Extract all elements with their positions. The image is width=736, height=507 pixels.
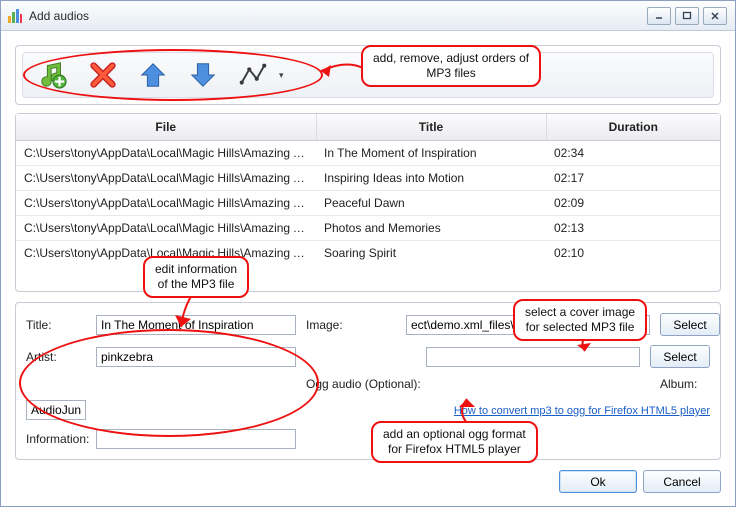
col-file[interactable]: File xyxy=(16,114,316,141)
minimize-button[interactable] xyxy=(647,7,671,25)
cell-title: Soaring Spirit xyxy=(316,241,546,266)
title-input[interactable] xyxy=(96,315,296,335)
table-row[interactable]: C:\Users\tony\AppData\Local\Magic Hills\… xyxy=(16,241,720,266)
app-icon xyxy=(7,8,23,24)
table-row[interactable]: C:\Users\tony\AppData\Local\Magic Hills\… xyxy=(16,216,720,241)
move-up-button[interactable] xyxy=(131,55,175,95)
cell-title: In The Moment of Inspiration xyxy=(316,141,546,166)
window-title: Add audios xyxy=(29,9,89,23)
label-ogg: Ogg audio (Optional): xyxy=(306,377,650,391)
sort-button[interactable] xyxy=(231,55,275,95)
label-information: Information: xyxy=(26,432,86,446)
ogg-input[interactable] xyxy=(426,347,640,367)
sort-dropdown-caret[interactable]: ▾ xyxy=(279,70,289,81)
label-title: Title: xyxy=(26,318,86,332)
cell-duration: 02:09 xyxy=(546,191,720,216)
cell-file: C:\Users\tony\AppData\Local\Magic Hills\… xyxy=(16,166,316,191)
cell-title: Peaceful Dawn xyxy=(316,191,546,216)
label-album: Album: xyxy=(660,377,710,391)
cell-duration: 02:17 xyxy=(546,166,720,191)
col-duration[interactable]: Duration xyxy=(546,114,720,141)
maximize-button[interactable] xyxy=(675,7,699,25)
table-row[interactable]: C:\Users\tony\AppData\Local\Magic Hills\… xyxy=(16,166,720,191)
help-link[interactable]: How to convert mp3 to ogg for Firefox HT… xyxy=(454,405,710,417)
ok-button[interactable]: Ok xyxy=(559,470,637,493)
move-down-button[interactable] xyxy=(181,55,225,95)
select-ogg-button[interactable]: Select xyxy=(650,345,710,368)
annotation-toolbar-note: add, remove, adjust orders of MP3 files xyxy=(361,45,541,87)
add-audio-button[interactable] xyxy=(31,55,75,95)
label-artist: Artist: xyxy=(26,350,86,364)
cell-title: Inspiring Ideas into Motion xyxy=(316,166,546,191)
annotation-ogg-note: add an optional ogg format for Firefox H… xyxy=(371,421,538,463)
cell-file: C:\Users\tony\AppData\Local\Magic Hills\… xyxy=(16,216,316,241)
cell-file: C:\Users\tony\AppData\Local\Magic Hills\… xyxy=(16,141,316,166)
table-row[interactable]: C:\Users\tony\AppData\Local\Magic Hills\… xyxy=(16,141,720,166)
artist-input[interactable] xyxy=(96,347,296,367)
cell-duration: 02:34 xyxy=(546,141,720,166)
remove-audio-button[interactable] xyxy=(81,55,125,95)
annotation-cover-note: select a cover image for selected MP3 fi… xyxy=(513,299,647,341)
information-input[interactable] xyxy=(96,429,296,449)
album-input[interactable] xyxy=(26,400,86,420)
audio-table: File Title Duration C:\Users\tony\AppDat… xyxy=(15,113,721,292)
title-bar: Add audios xyxy=(1,1,735,31)
table-row[interactable]: C:\Users\tony\AppData\Local\Magic Hills\… xyxy=(16,191,720,216)
cell-title: Photos and Memories xyxy=(316,216,546,241)
cancel-button[interactable]: Cancel xyxy=(643,470,721,493)
select-image-button[interactable]: Select xyxy=(660,313,720,336)
cell-file: C:\Users\tony\AppData\Local\Magic Hills\… xyxy=(16,191,316,216)
cell-duration: 02:10 xyxy=(546,241,720,266)
annotation-edit-note: edit information of the MP3 file xyxy=(143,256,249,298)
col-title[interactable]: Title xyxy=(316,114,546,141)
close-button[interactable] xyxy=(703,7,727,25)
cell-duration: 02:13 xyxy=(546,216,720,241)
label-image: Image: xyxy=(306,318,396,332)
